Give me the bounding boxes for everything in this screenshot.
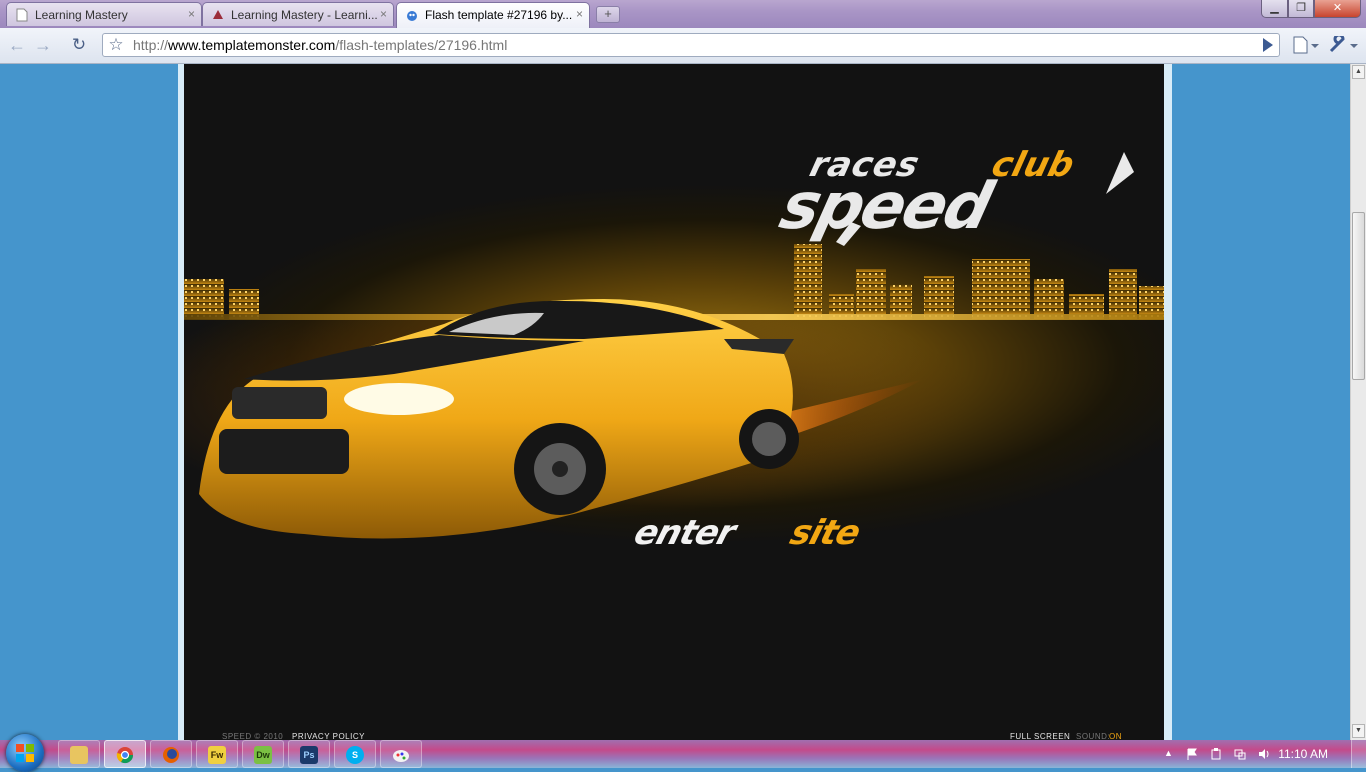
page-menu-icon[interactable] <box>1292 36 1320 54</box>
firefox-icon <box>163 747 179 763</box>
url-scheme: http:// <box>133 37 169 53</box>
network-icon[interactable] <box>1234 748 1246 760</box>
taskbar-photoshop[interactable]: Ps <box>288 740 330 768</box>
taskbar-explorer[interactable] <box>58 740 100 768</box>
chrome-icon <box>116 747 134 764</box>
enter-text: enter <box>630 514 742 553</box>
clock-time[interactable]: 11:10 AM <box>1278 747 1328 761</box>
address-bar[interactable]: ☆ http://www.templatemonster.com/flash-t… <box>102 33 1280 57</box>
scroll-thumb[interactable] <box>1352 212 1365 380</box>
photoshop-icon: Ps <box>300 746 318 764</box>
skype-icon: S <box>346 746 364 764</box>
tab-learning-mastery-2[interactable]: Learning Mastery - Learni... × <box>202 2 394 26</box>
minimize-button[interactable]: ▁ <box>1261 0 1288 18</box>
bookmark-star-icon[interactable]: ☆ <box>105 34 127 56</box>
taskbar-paint[interactable] <box>380 740 422 768</box>
browser-toolbar: ← → ↻ ☆ http://www.templatemonster.com/f… <box>0 28 1366 64</box>
enter-site-button[interactable]: enter site <box>630 510 900 560</box>
show-hidden-icons-icon[interactable]: ▲ <box>1164 748 1176 760</box>
start-button[interactable] <box>6 734 44 772</box>
full-screen-button[interactable]: FULL SCREEN <box>1010 732 1070 740</box>
site-favicon <box>213 10 223 19</box>
url-text[interactable]: http://www.templatemonster.com/flash-tem… <box>133 37 507 53</box>
reload-button[interactable]: ↻ <box>68 34 90 56</box>
windows-logo-icon <box>16 744 34 762</box>
usb-device-icon[interactable] <box>1210 748 1222 760</box>
taskbar-firefox[interactable] <box>150 740 192 768</box>
tab-title: Flash template #27196 by... <box>425 8 573 22</box>
taskbar-dreamweaver[interactable]: Dw <box>242 740 284 768</box>
logo-speed-text: speed <box>776 170 1001 244</box>
tab-flash-template[interactable]: Flash template #27196 by... × <box>396 2 590 28</box>
tab-title: Learning Mastery - Learni... <box>231 8 378 22</box>
close-button[interactable]: ✕ <box>1314 0 1361 18</box>
tab-close-icon[interactable]: × <box>380 7 387 21</box>
windows-taskbar: Fw Dw Ps S ▲ 11:10 AM <box>0 734 1366 772</box>
tab-close-icon[interactable]: × <box>188 7 195 21</box>
logo-club-text: club <box>988 145 1078 184</box>
races-club-speed-logo: races club speed <box>776 145 1134 246</box>
volume-icon[interactable] <box>1258 748 1270 760</box>
page-icon <box>16 8 28 22</box>
page-viewport: races club speed enter site SPEED © 2010… <box>0 64 1350 740</box>
wrench-menu-icon[interactable] <box>1328 36 1360 54</box>
system-tray: ▲ 11:10 AM <box>1160 740 1366 768</box>
templatemonster-favicon <box>407 11 417 21</box>
taskbar-skype[interactable]: S <box>334 740 376 768</box>
url-path: /flash-templates/27196.html <box>335 37 508 53</box>
action-center-flag-icon[interactable] <box>1186 748 1198 760</box>
tab-title: Learning Mastery <box>35 8 128 22</box>
browser-titlebar: Learning Mastery × Learning Mastery - Le… <box>0 0 1366 28</box>
copyright-text: SPEED © 2010 <box>222 732 284 740</box>
go-arrow-icon[interactable] <box>1263 38 1273 52</box>
scroll-up-arrow-icon[interactable]: ▲ <box>1352 65 1365 79</box>
forward-button[interactable]: → <box>32 34 54 56</box>
fireworks-icon: Fw <box>208 746 226 764</box>
scroll-down-arrow-icon[interactable]: ▼ <box>1352 724 1365 738</box>
taskbar-chrome[interactable] <box>104 740 146 768</box>
url-domain: www.templatemonster.com <box>168 37 336 53</box>
site-text: site <box>786 514 865 553</box>
show-desktop-button[interactable] <box>1351 740 1366 768</box>
folder-icon <box>70 746 88 764</box>
sound-toggle[interactable]: ON <box>1109 732 1122 740</box>
maximize-button[interactable]: ❐ <box>1288 0 1314 18</box>
back-button[interactable]: ← <box>6 34 28 56</box>
paint-palette-icon <box>393 750 409 762</box>
flash-movie[interactable]: races club speed enter site SPEED © 2010… <box>184 64 1164 740</box>
vertical-scrollbar[interactable]: ▲ ▼ <box>1350 64 1366 740</box>
sound-label: SOUND: <box>1076 732 1111 740</box>
privacy-policy-link[interactable]: PRIVACY POLICY <box>292 732 365 740</box>
taskbar-fireworks[interactable]: Fw <box>196 740 238 768</box>
tab-learning-mastery[interactable]: Learning Mastery × <box>6 2 202 26</box>
tab-close-icon[interactable]: × <box>576 7 583 21</box>
new-tab-button[interactable]: + <box>596 6 620 23</box>
dreamweaver-icon: Dw <box>254 746 272 764</box>
